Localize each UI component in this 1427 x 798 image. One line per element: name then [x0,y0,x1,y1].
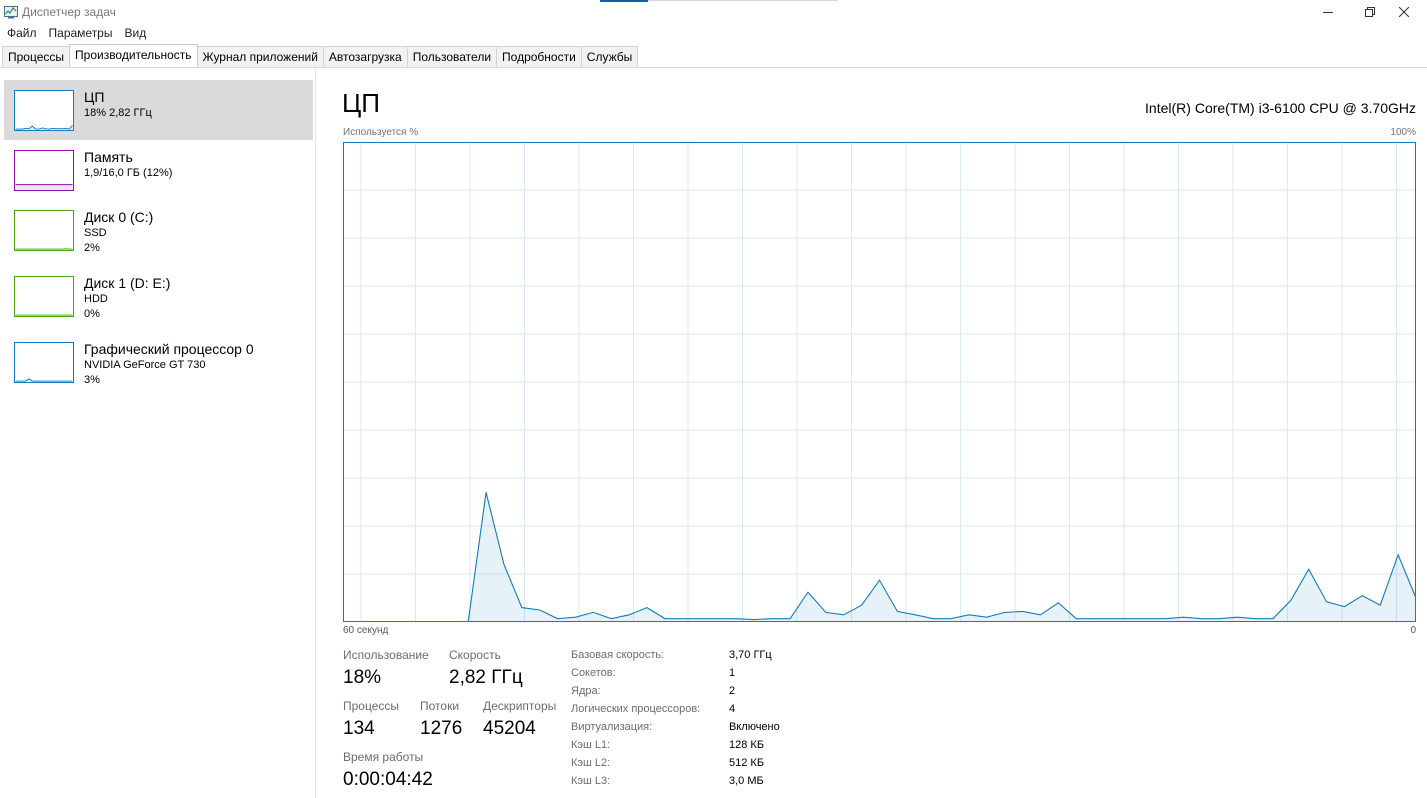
resource-list: ЦП 18% 2,82 ГГц Память 1,9/16,0 ГБ (12%)… [0,68,316,798]
spec-value-cache-l2: 512 КБ [729,757,765,769]
resource-usage: 3% [84,374,100,386]
menu-file[interactable]: Файл [7,24,37,42]
minimize-button[interactable] [1305,0,1351,24]
title-accent [600,0,648,2]
spec-value-cache-l3: 3,0 МБ [729,775,764,787]
task-manager-icon [4,6,18,19]
mini-graph-line [15,125,73,130]
disk0-mini-graph [14,210,74,251]
cpu-mini-graph [14,90,74,131]
disk1-mini-graph [14,276,74,317]
processes-value: 134 [343,718,375,739]
spec-label-cache-l3: Кэш L3: [571,775,611,787]
close-button[interactable] [1381,0,1427,24]
y-axis-max: 100% [1390,127,1416,138]
resource-item-disk1[interactable]: Диск 1 (D: E:) HDD 0% [4,266,313,326]
spec-value-virtualization: Включено [729,721,780,733]
resource-usage: 0% [84,308,100,320]
menu-view[interactable]: Вид [124,24,146,42]
close-icon [1399,7,1409,17]
processes-label: Процессы [343,699,400,713]
spec-label-base-speed: Базовая скорость: [571,649,665,661]
handles-label: Дескрипторы [483,699,557,713]
restore-icon [1365,7,1375,17]
resource-item-cpu[interactable]: ЦП 18% 2,82 ГГц [4,80,313,140]
tab-users[interactable]: Пользователи [406,46,498,68]
spec-label-sockets: Сокетов: [571,667,616,679]
window-title: Диспетчер задач [22,5,116,19]
handles-value: 45204 [483,718,536,739]
resource-detail: 1,9/16,0 ГБ (12%) [84,167,173,179]
resource-name: Диск 0 (C:) [84,209,154,225]
resource-type: SSD [84,227,107,239]
resource-type: HDD [84,293,108,305]
resource-item-gpu[interactable]: Графический процессор 0 NVIDIA GeForce G… [4,332,313,392]
tab-details[interactable]: Подробности [496,46,582,68]
uptime-label: Время работы [343,750,424,764]
mini-graph-area [15,184,73,190]
resource-name: ЦП [84,89,105,105]
spec-value-cores: 2 [729,685,736,697]
resource-type: NVIDIA GeForce GT 730 [84,359,206,371]
cpu-model: Intel(R) Core(TM) i3-6100 CPU @ 3.70GHz [1145,100,1416,116]
x-axis-end: 0 [1410,625,1416,636]
tab-services[interactable]: Службы [580,46,639,68]
tab-strip: Процессы Производительность Журнал прило… [2,44,639,68]
spec-label-cache-l2: Кэш L2: [571,757,611,769]
uptime-value: 0:00:04:42 [343,769,433,790]
title-bar: Диспетчер задач [0,0,1427,24]
speed-value: 2,82 ГГц [449,667,523,688]
resource-name: Графический процессор 0 [84,341,254,357]
minimize-icon [1323,12,1333,13]
usage-value: 18% [343,667,382,688]
mini-graph-line [15,378,73,382]
speed-label: Скорость [449,648,501,662]
spec-value-sockets: 1 [729,667,736,679]
tab-app-history[interactable]: Журнал приложений [196,46,324,68]
spec-label-cores: Ядра: [571,685,601,697]
spec-label-logical: Логических процессоров: [571,703,701,715]
gpu-mini-graph [14,342,74,383]
spec-value-logical: 4 [729,703,736,715]
memory-mini-graph [14,150,74,191]
resource-item-disk0[interactable]: Диск 0 (C:) SSD 2% [4,200,313,260]
resource-detail: 18% 2,82 ГГц [84,107,152,119]
menu-bar: Файл Параметры Вид [0,24,151,42]
spec-value-cache-l1: 128 КБ [729,739,765,751]
resource-usage: 2% [84,242,100,254]
y-axis-label: Используется % [343,127,419,138]
spec-value-base-speed: 3,70 ГГц [729,649,772,661]
spec-label-virtualization: Виртуализация: [571,721,653,733]
threads-label: Потоки [420,699,460,713]
page-title: ЦП [342,88,380,118]
threads-value: 1276 [420,718,463,739]
title-divider [648,0,838,1]
x-axis-label: 60 секунд [343,625,389,636]
menu-options[interactable]: Параметры [49,24,113,42]
cpu-usage-chart [343,142,1416,622]
tab-performance[interactable]: Производительность [69,44,198,68]
tab-processes[interactable]: Процессы [2,46,71,68]
spec-label-cache-l1: Кэш L1: [571,739,611,751]
usage-label: Использование [343,648,429,662]
tab-startup[interactable]: Автозагрузка [322,46,408,68]
resource-name: Диск 1 (D: E:) [84,275,171,291]
resource-name: Память [84,149,133,165]
resource-item-memory[interactable]: Память 1,9/16,0 ГБ (12%) [4,140,313,200]
